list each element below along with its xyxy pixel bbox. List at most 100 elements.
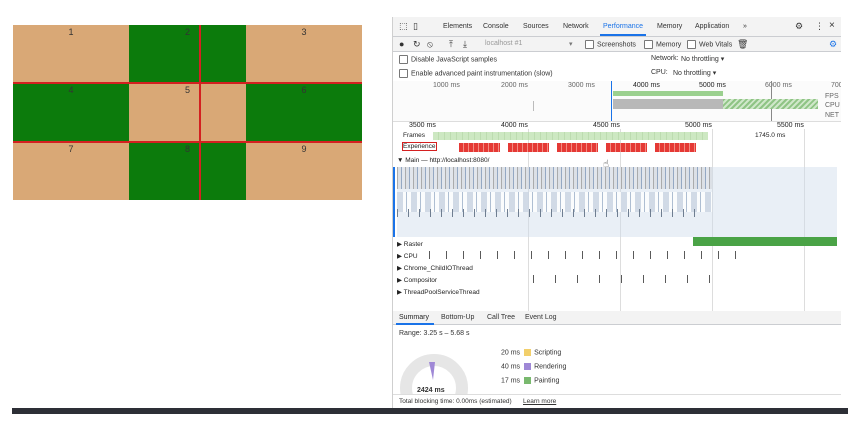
raster-activity[interactable] <box>693 237 837 246</box>
cpu-label: CPU: <box>651 69 668 76</box>
main-thread-focus-bar <box>393 167 395 237</box>
selection-left-handle[interactable] <box>611 81 612 121</box>
network-throttle-select[interactable]: No throttling ▾ <box>681 55 724 63</box>
status-footer: Total blocking time: 0.00ms (estimated) … <box>393 394 841 408</box>
grid-cell-9: 9 <box>246 142 362 200</box>
cpu-activity <box>613 99 723 109</box>
capture-settings-gear-icon[interactable]: ⚙ <box>829 39 837 50</box>
tab-network[interactable]: Network <box>563 23 589 30</box>
thread-threadpool[interactable]: ▶ ThreadPoolServiceThread <box>397 288 480 296</box>
garbage-collect-icon[interactable]: 🗑 <box>737 39 748 50</box>
close-icon[interactable]: × <box>829 20 835 31</box>
devtools-panel: ⬚ ▯ Elements Console Sources Network Per… <box>392 17 841 410</box>
cell-label: 4 <box>68 85 74 95</box>
frames-track[interactable] <box>433 132 708 140</box>
screenshots-checkbox[interactable]: Screenshots <box>585 40 636 49</box>
scripting-swatch <box>524 349 532 356</box>
upload-icon[interactable]: ⤒ <box>449 39 453 50</box>
grid-cell-2: 2 <box>129 25 246 83</box>
thread-chrome-childio[interactable]: ▶ Chrome_ChildIOThread <box>397 264 473 272</box>
tab-performance[interactable]: Performance <box>599 23 647 36</box>
tab-console[interactable]: Console <box>483 23 509 30</box>
tab-bottom-up[interactable]: Bottom-Up <box>441 314 474 321</box>
screenshots-label: Screenshots <box>597 41 636 49</box>
timeline-tick: 4500 ms <box>593 122 620 129</box>
legend-label: Painting <box>534 377 560 385</box>
record-icon[interactable]: ● <box>399 39 404 49</box>
cell-label: 1 <box>68 27 74 37</box>
cpu-thread-ticks <box>429 251 749 259</box>
active-tab-indicator <box>396 323 434 325</box>
timeline-overview[interactable]: 1000 ms 2000 ms 3000 ms 4000 ms 5000 ms … <box>393 81 841 122</box>
legend-value: 40 ms <box>501 363 521 371</box>
overview-tick: 5000 ms <box>699 82 726 89</box>
recording-select[interactable]: localhost #1 <box>485 40 522 47</box>
kebab-menu-icon[interactable]: ⋮ <box>815 21 824 32</box>
legend-scripting: 20 ms Scripting <box>501 349 561 356</box>
cell-label: 9 <box>301 144 307 154</box>
overview-tick: 4000 ms <box>633 82 660 89</box>
layout-shift-block[interactable] <box>606 143 647 152</box>
cell-label: 8 <box>184 144 190 154</box>
thread-cpu[interactable]: ▶ CPU <box>397 252 418 260</box>
cell-label: 2 <box>184 27 190 37</box>
layout-shift-block[interactable] <box>459 143 500 152</box>
experience-label[interactable]: Experience <box>402 142 437 151</box>
performance-toolbar: ● ↻ ⦸ ⤒ ⤓ localhost #1 ▾ Screenshots Mem… <box>393 37 841 52</box>
grid-cell-3: 3 <box>246 25 362 83</box>
clear-icon[interactable]: ⦸ <box>427 39 433 50</box>
layout-shift-block[interactable] <box>655 143 696 152</box>
more-tabs-button[interactable]: » <box>743 23 747 30</box>
grid-cell-5: 5 <box>129 83 246 142</box>
device-toggle-icon[interactable]: ▯ <box>413 21 418 32</box>
reload-icon[interactable]: ↻ <box>413 39 421 50</box>
cell-label: 7 <box>68 144 74 154</box>
layout-shift-block[interactable] <box>557 143 598 152</box>
cpu-throttle-value: No throttling <box>673 70 711 77</box>
thread-raster[interactable]: ▶ Raster <box>397 240 423 248</box>
cpu-throttle-select[interactable]: No throttling ▾ <box>673 69 716 77</box>
tab-memory[interactable]: Memory <box>657 23 682 30</box>
legend-label: Scripting <box>534 349 562 357</box>
main-thread-label[interactable]: ▼ Main — http://localhost:8080/ <box>397 157 489 164</box>
download-icon[interactable]: ⤓ <box>463 39 467 50</box>
tab-sources[interactable]: Sources <box>523 23 549 30</box>
tab-summary[interactable]: Summary <box>399 314 429 321</box>
advanced-paint-checkbox[interactable]: Enable advanced paint instrumentation (s… <box>399 69 553 78</box>
learn-more-link[interactable]: Learn more <box>523 398 556 405</box>
grid-cell-8: 8 <box>129 142 246 200</box>
cell-label: 3 <box>301 27 307 37</box>
tab-event-log[interactable]: Event Log <box>525 314 557 321</box>
memory-checkbox[interactable]: Memory <box>644 40 681 49</box>
timeline-tick: 5500 ms <box>777 122 804 129</box>
advanced-paint-label: Enable advanced paint instrumentation (s… <box>411 70 553 78</box>
gear-icon[interactable]: ⚙ <box>795 21 803 32</box>
frames-label: Frames <box>403 132 426 139</box>
checkbox-icon <box>399 55 408 64</box>
devtools-tab-bar: ⬚ ▯ Elements Console Sources Network Per… <box>393 17 841 37</box>
disable-js-samples-checkbox[interactable]: Disable JavaScript samples <box>399 55 497 64</box>
layout-shift-block[interactable] <box>508 143 549 152</box>
cpu-spike <box>533 101 534 111</box>
thread-compositor[interactable]: ▶ Compositor <box>397 276 437 284</box>
timeline-tick: 3500 ms <box>409 122 436 129</box>
legend-value: 17 ms <box>501 377 521 385</box>
grid-cell-4: 4 <box>13 83 129 142</box>
inspect-icon[interactable]: ⬚ <box>399 21 408 32</box>
main-thread-tasks[interactable] <box>397 167 712 189</box>
legend-label: Rendering <box>534 363 567 371</box>
cpu-lane-label: CPU <box>825 102 840 109</box>
legend-painting: 17 ms Painting <box>501 377 559 384</box>
checkbox-icon <box>585 40 594 49</box>
tab-call-tree[interactable]: Call Tree <box>487 314 515 321</box>
tab-application[interactable]: Application <box>695 23 729 30</box>
main-thread-ticks <box>397 209 697 217</box>
cell-label: 5 <box>184 85 190 95</box>
summary-total: 2424 ms <box>417 387 445 394</box>
compositor-ticks <box>533 275 713 283</box>
web-vitals-checkbox[interactable]: Web Vitals <box>687 40 732 49</box>
chevron-down-icon[interactable]: ▾ <box>569 40 573 48</box>
overview-tick: 1000 ms <box>433 82 460 89</box>
checkbox-icon <box>399 69 408 78</box>
tab-elements[interactable]: Elements <box>443 23 472 30</box>
